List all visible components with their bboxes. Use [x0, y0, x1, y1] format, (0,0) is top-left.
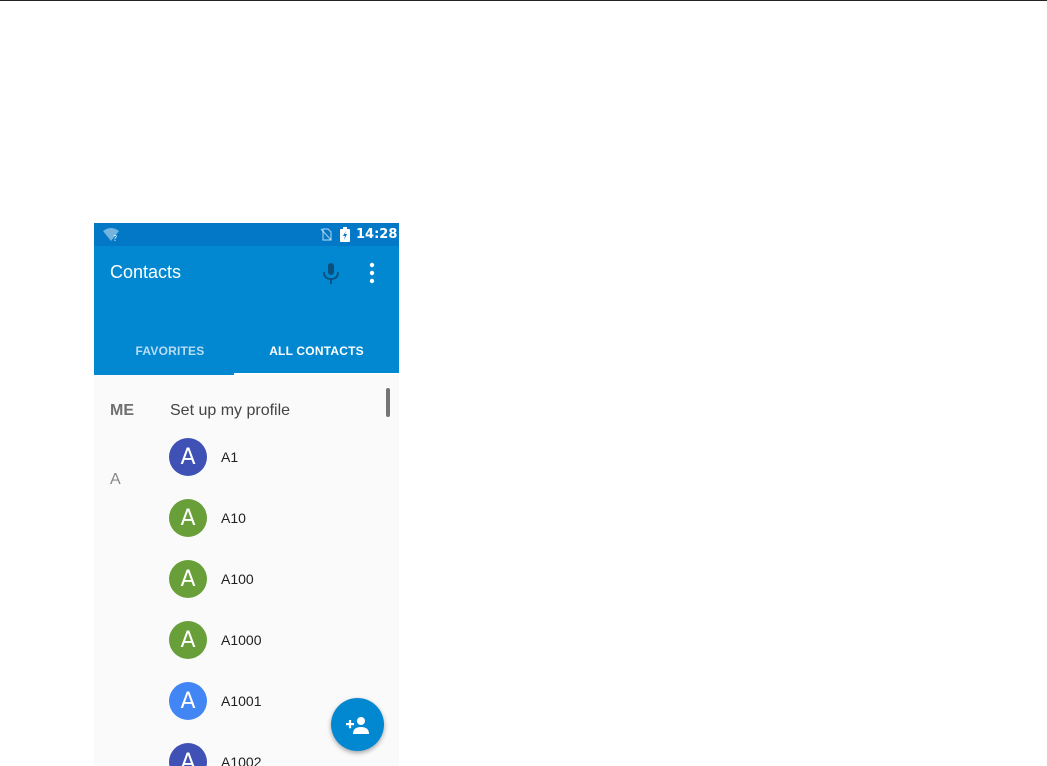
- contact-name: A1001: [221, 693, 262, 709]
- more-vert-icon[interactable]: [366, 262, 378, 284]
- contact-name: A1: [221, 449, 239, 465]
- status-time: 14:28: [356, 227, 398, 242]
- tab-all-contacts[interactable]: ALL CONTACTS: [234, 326, 399, 375]
- app-title: Contacts: [110, 262, 182, 282]
- contact-name: A100: [221, 571, 254, 587]
- section-header-me: ME: [110, 402, 134, 419]
- setup-profile-item[interactable]: Set up my profile: [170, 402, 290, 420]
- battery-charging-icon: [340, 227, 350, 242]
- mic-icon[interactable]: [320, 261, 342, 285]
- add-contact-button[interactable]: [331, 698, 384, 751]
- scrollbar-thumb[interactable]: [386, 388, 390, 417]
- contact-row[interactable]: A A1000: [94, 621, 399, 682]
- person-add-icon: [345, 716, 369, 734]
- tab-bar: FAVORITES ALL CONTACTS: [94, 326, 399, 375]
- phone-screen: ? 14:28 Contacts FAVORITES ALL CONTACTS: [94, 223, 399, 766]
- contact-avatar: A: [169, 743, 207, 766]
- contact-avatar: A: [169, 682, 207, 720]
- contact-name: A1002: [221, 754, 262, 766]
- wifi-question-icon: ?: [103, 228, 119, 242]
- contact-row[interactable]: A A10: [94, 499, 399, 560]
- contact-row[interactable]: A A1: [94, 438, 399, 499]
- tab-favorites[interactable]: FAVORITES: [94, 326, 246, 375]
- svg-text:?: ?: [113, 234, 117, 242]
- contact-name: A10: [221, 510, 246, 526]
- window-top-border: [0, 0, 1047, 1]
- status-bar: ? 14:28: [94, 223, 399, 246]
- contact-avatar: A: [169, 438, 207, 476]
- app-toolbar: Contacts FAVORITES ALL CONTACTS: [94, 246, 399, 375]
- contact-avatar: A: [169, 499, 207, 537]
- no-sim-icon: [320, 228, 332, 241]
- contact-avatar: A: [169, 621, 207, 659]
- contact-avatar: A: [169, 560, 207, 598]
- contact-row[interactable]: A A100: [94, 560, 399, 621]
- contact-name: A1000: [221, 632, 262, 648]
